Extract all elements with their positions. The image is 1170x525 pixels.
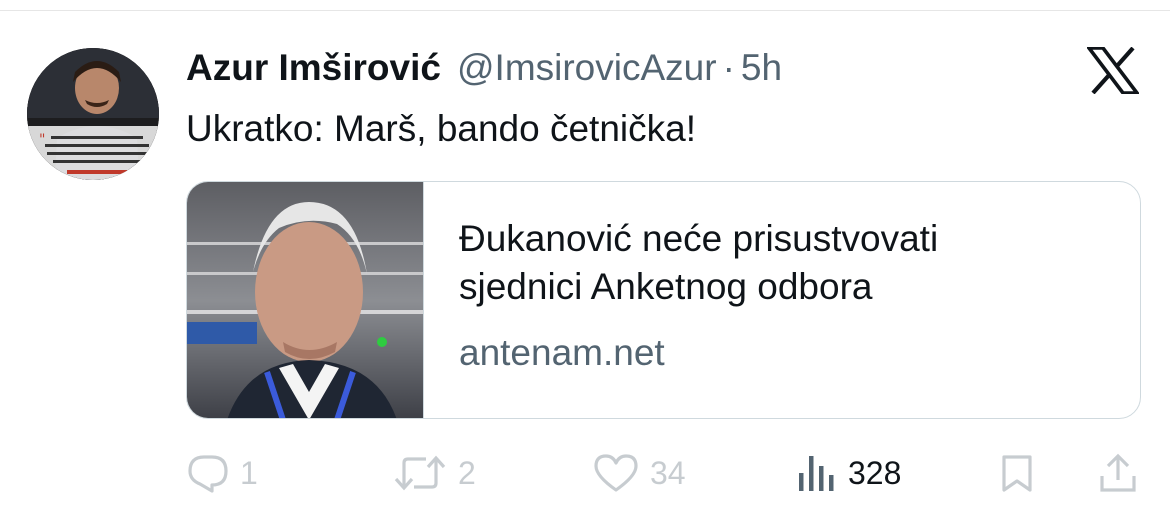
card-title-line-1: Đukanović neće prisustvovati <box>459 218 939 259</box>
reply-count: 1 <box>240 454 258 491</box>
retweet-button[interactable]: 2 <box>392 446 476 500</box>
share-button[interactable] <box>1098 446 1138 500</box>
heart-icon <box>594 454 638 492</box>
tweet-text: Ukratko: Marš, bando četnička! <box>186 108 696 149</box>
tweet-actions: 1 2 34 328 <box>186 446 1141 500</box>
author-avatar[interactable]: " <box>27 48 159 180</box>
like-button[interactable]: 34 <box>592 446 686 500</box>
tweet-timestamp[interactable]: 5h <box>741 47 782 89</box>
card-title-line-2: sjednici Anketnog odbora <box>459 266 873 307</box>
bookmark-icon <box>1002 455 1032 492</box>
reply-button[interactable]: 1 <box>186 446 258 500</box>
author-handle[interactable]: @ImsirovicAzur <box>457 47 717 89</box>
link-preview-card[interactable]: Đukanović neće prisustvovati sjednici An… <box>186 181 1141 419</box>
news-photo-thumbnail <box>187 182 424 418</box>
share-icon <box>1100 453 1136 492</box>
header-separator: · <box>722 47 735 88</box>
top-divider <box>0 10 1170 11</box>
retweet-icon <box>394 455 446 491</box>
like-count: 34 <box>650 454 686 491</box>
author-name[interactable]: Azur Imširović <box>186 47 441 89</box>
card-title[interactable]: Đukanović neće prisustvovati sjednici An… <box>459 215 1099 311</box>
bookmark-button[interactable] <box>998 446 1036 500</box>
reply-icon <box>188 455 228 493</box>
tweet-header: Azur Imširović @ImsirovicAzur · 5h <box>186 44 782 92</box>
x-logo-icon <box>1085 46 1141 95</box>
avatar-image: " <box>27 48 159 180</box>
views-button[interactable]: 328 <box>796 446 901 500</box>
svg-text:": " <box>39 132 45 148</box>
views-bar-chart-icon <box>799 456 834 491</box>
card-domain: antenam.net <box>459 332 665 373</box>
views-count: 328 <box>848 454 902 491</box>
retweet-count: 2 <box>458 454 476 491</box>
